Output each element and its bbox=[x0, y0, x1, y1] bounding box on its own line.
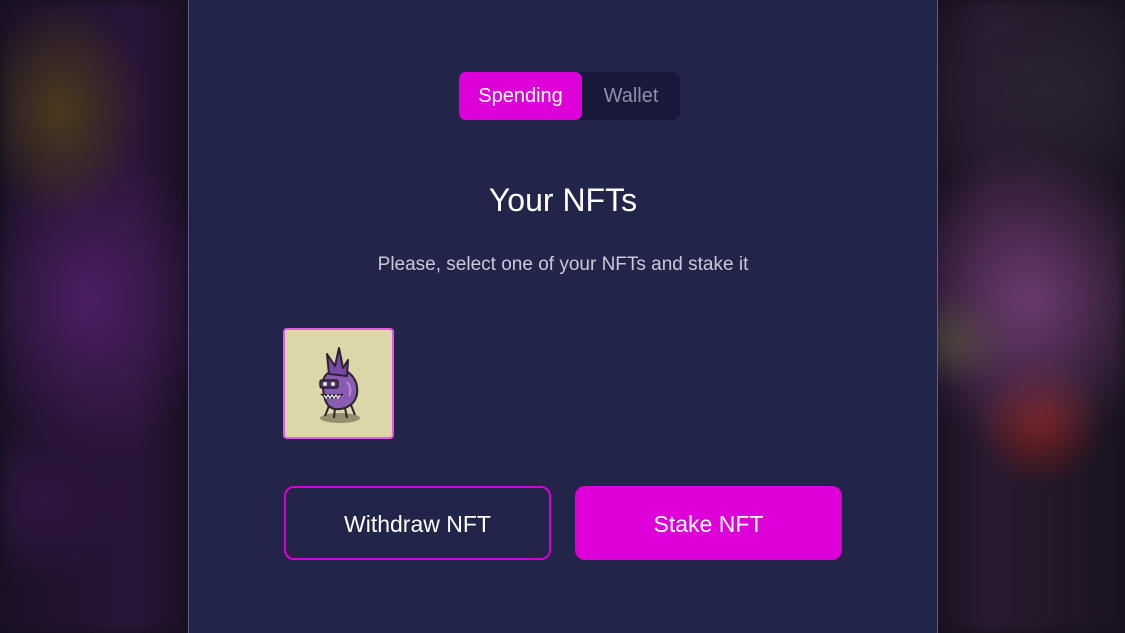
page-title: Your NFTs bbox=[488, 182, 638, 218]
nft-staking-panel: Spending Wallet Your NFTs Please, select… bbox=[188, 0, 938, 633]
spending-wallet-toggle: Spending Wallet bbox=[459, 72, 680, 120]
purple-creature-nft-icon bbox=[319, 347, 360, 423]
tab-wallet[interactable]: Wallet bbox=[582, 72, 680, 120]
page-subtitle: Please, select one of your NFTs and stak… bbox=[377, 254, 749, 275]
tab-spending[interactable]: Spending bbox=[459, 72, 582, 120]
withdraw-nft-button[interactable]: Withdraw NFT bbox=[284, 486, 551, 560]
nft-card[interactable] bbox=[283, 328, 394, 439]
stake-nft-button[interactable]: Stake NFT bbox=[575, 486, 842, 560]
